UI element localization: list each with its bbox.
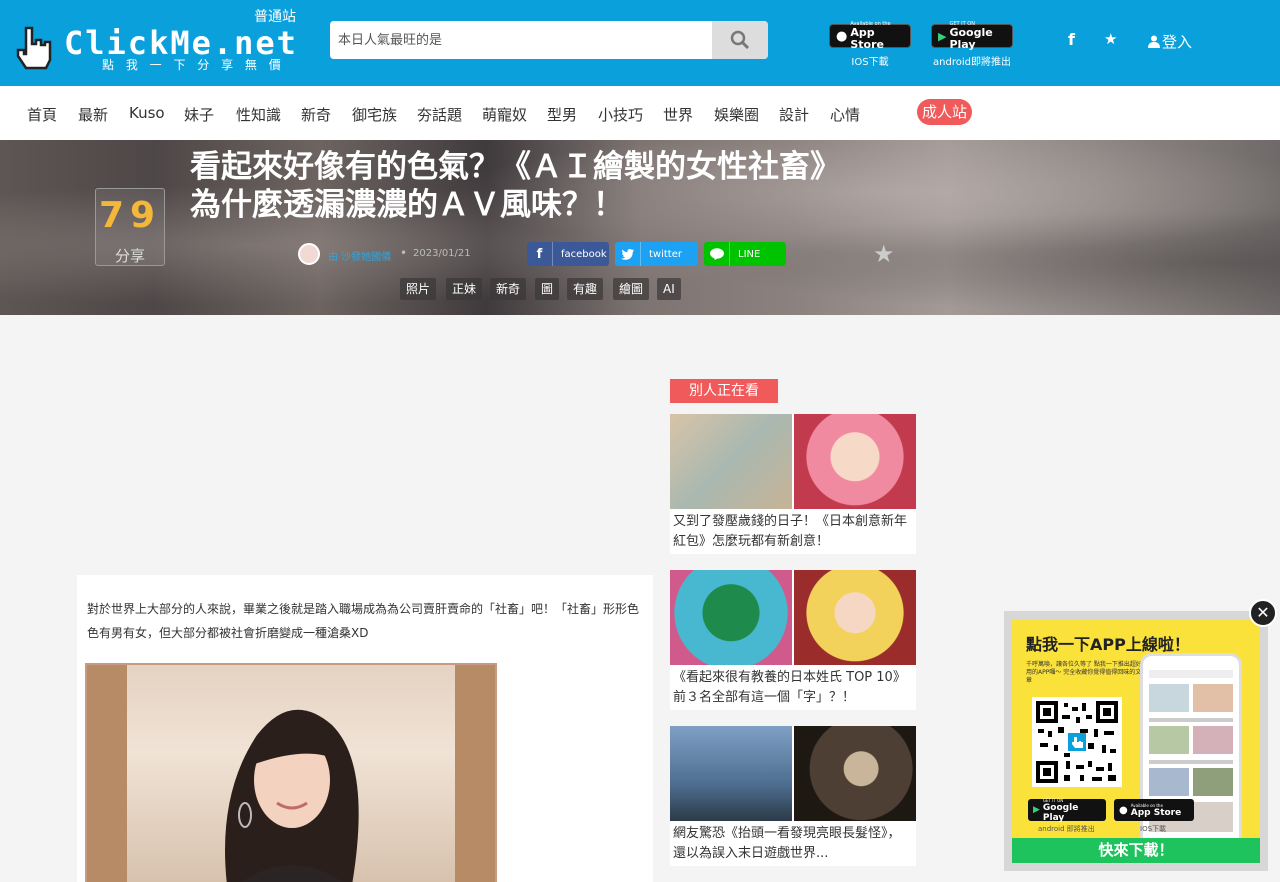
search-button[interactable]: [712, 21, 768, 59]
nav-item-design[interactable]: 設計: [779, 104, 809, 125]
search-icon: [730, 30, 750, 50]
author-link[interactable]: 由 沙發她國儀: [328, 248, 391, 263]
close-icon[interactable]: ✕: [1249, 599, 1277, 627]
trending-heading: 別人正在看: [670, 379, 778, 403]
card-title: 又到了發壓歲錢的日子！《日本創意新年紅包》怎麼玩都有新創意！: [673, 514, 908, 549]
tag-photo[interactable]: 照片: [400, 278, 437, 300]
tag-pretty-girl[interactable]: 正妹: [446, 278, 483, 300]
trending-card[interactable]: 又到了發壓歲錢的日子！《日本創意新年紅包》怎麼玩都有新創意！: [670, 414, 916, 554]
site-kind-label[interactable]: 普通站: [254, 6, 296, 26]
app-promo-popup: 點我一下APP上線啦！ 千呼萬喚，讓各位久等了 點我一下推出超好用的APP囉～ …: [1004, 611, 1268, 871]
pointer-hand-icon: [16, 26, 52, 70]
nav-item-sex-knowledge[interactable]: 性知識: [236, 104, 281, 125]
tag-drawing[interactable]: 繪圖: [613, 278, 650, 300]
popup-android-caption: android 即將推出: [1038, 825, 1095, 833]
nav-item-entertainment[interactable]: 娛樂圈: [714, 104, 759, 125]
share-label: 分享: [114, 247, 145, 265]
play-icon: ▶: [1033, 805, 1040, 815]
nav-item-world[interactable]: 世界: [663, 104, 693, 125]
card-title: 網友驚恐《抬頭一看發現亮眼長髮怪》，還以為誤入末日遊戲世界...: [673, 826, 901, 861]
nav-item-hot-topics[interactable]: 夯話題: [417, 104, 462, 125]
tag-picture[interactable]: 圖: [535, 278, 560, 300]
nav-item-mood[interactable]: 心情: [830, 104, 860, 125]
nav-item-handsome[interactable]: 型男: [547, 104, 577, 125]
adult-site-button[interactable]: 成人站: [917, 99, 972, 125]
site-logo[interactable]: ClickMe.net 點 我 一 下 分 享 無 價: [10, 22, 310, 74]
share-facebook-button[interactable]: f facebook: [527, 242, 609, 266]
apple-icon: ●: [836, 28, 848, 44]
nav-item-kuso[interactable]: Kuso: [129, 104, 165, 122]
tag-novelty[interactable]: 新奇: [490, 278, 527, 300]
login-button[interactable]: 登入: [1148, 31, 1192, 52]
bookmark-star-icon[interactable]: ★: [873, 240, 895, 268]
popup-ios-caption: IOS下載: [1140, 825, 1167, 833]
nav-item-girls[interactable]: 妹子: [184, 104, 214, 125]
google-play-badge[interactable]: ▶ GET IT ON Google Play: [931, 21, 1013, 51]
nav-item-pets[interactable]: 萌寵奴: [482, 104, 527, 125]
card-thumbnail: [670, 726, 792, 821]
search-bar: [330, 21, 768, 59]
woman-portrait-illustration: [225, 709, 359, 882]
apple-icon: ●: [1119, 804, 1128, 816]
favorite-star-icon[interactable]: ★: [1104, 30, 1117, 48]
popup-description: 千呼萬喚，讓各位久等了 點我一下推出超好用的APP囉～ 完全收藏你覺得值得回味的…: [1026, 661, 1142, 684]
card-thumbnail: [794, 726, 916, 821]
trending-card[interactable]: 《看起來很有教養的日本姓氏 TOP 10》前３名全部有這一個「字」？！: [670, 570, 916, 710]
app-store-badge[interactable]: ● Available on the App Store: [829, 21, 911, 51]
article-body: 對於世界上大部分的人來說，畢業之後就是踏入職場成為為公司賣肝賣命的「社畜」吧！「…: [77, 575, 653, 882]
category-nav: 首頁 最新 Kuso 妹子 性知識 新奇 御宅族 夯話題 萌寵奴 型男 小技巧 …: [0, 86, 1280, 140]
article-hero: 79 分享 看起來好像有的色氣？《ＡＩ繪製的女性社畜》為什麼透漏濃濃的ＡＶ風味？…: [0, 140, 1280, 315]
site-header: ClickMe.net 點 我 一 下 分 享 無 價 普通站 ● Availa…: [0, 0, 1280, 86]
author-avatar[interactable]: [298, 243, 320, 265]
qr-code: [1032, 697, 1122, 787]
popup-google-play-badge[interactable]: ▶ GET IT ON Google Play: [1028, 798, 1106, 823]
article-image: [85, 663, 497, 882]
post-date: 2023/01/21: [413, 248, 471, 259]
nav-item-novelty[interactable]: 新奇: [301, 104, 331, 125]
meta-separator: •: [400, 246, 408, 260]
ios-caption: IOS下載: [851, 57, 889, 68]
android-caption: android即將推出: [933, 57, 1011, 68]
tag-interesting[interactable]: 有趣: [567, 278, 604, 300]
card-thumbnail: [670, 414, 792, 509]
share-twitter-button[interactable]: twitter: [615, 242, 698, 266]
popup-title: 點我一下APP上線啦！: [1026, 635, 1190, 654]
share-count: 79: [98, 195, 162, 236]
card-title: 《看起來很有教養的日本姓氏 TOP 10》前３名全部有這一個「字」？！: [673, 670, 906, 705]
card-thumbnail: [670, 570, 792, 665]
facebook-icon: f: [527, 242, 553, 266]
user-icon: [1148, 35, 1160, 48]
logo-slogan: 點 我 一 下 分 享 無 價: [102, 58, 285, 72]
tag-ai[interactable]: AI: [657, 278, 681, 300]
share-counter: 79 分享: [95, 188, 165, 266]
popup-app-store-badge[interactable]: ● Available on the App Store: [1114, 799, 1194, 821]
nav-item-otaku[interactable]: 御宅族: [352, 104, 397, 125]
login-label: 登入: [1162, 33, 1193, 51]
twitter-bird-icon: [615, 242, 641, 266]
share-line-button[interactable]: LINE: [704, 242, 786, 266]
download-now-button[interactable]: 快來下載！: [1012, 838, 1260, 863]
article-title: 看起來好像有的色氣？《ＡＩ繪製的女性社畜》為什麼透漏濃濃的ＡＶ風味？！: [190, 149, 841, 223]
nav-item-tips[interactable]: 小技巧: [598, 104, 643, 125]
play-icon: ▶: [938, 29, 947, 43]
card-thumbnail: [794, 414, 916, 509]
line-chat-icon: [704, 242, 730, 266]
nav-item-latest[interactable]: 最新: [78, 104, 108, 125]
search-input[interactable]: [330, 21, 712, 59]
nav-item-home[interactable]: 首頁: [27, 104, 57, 125]
trending-card[interactable]: 網友驚恐《抬頭一看發現亮眼長髮怪》，還以為誤入末日遊戲世界...: [670, 726, 916, 866]
article-paragraph: 對於世界上大部分的人來說，畢業之後就是踏入職場成為為公司賣肝賣命的「社畜」吧！「…: [87, 602, 640, 640]
card-thumbnail: [794, 570, 916, 665]
facebook-icon[interactable]: f: [1068, 30, 1075, 49]
